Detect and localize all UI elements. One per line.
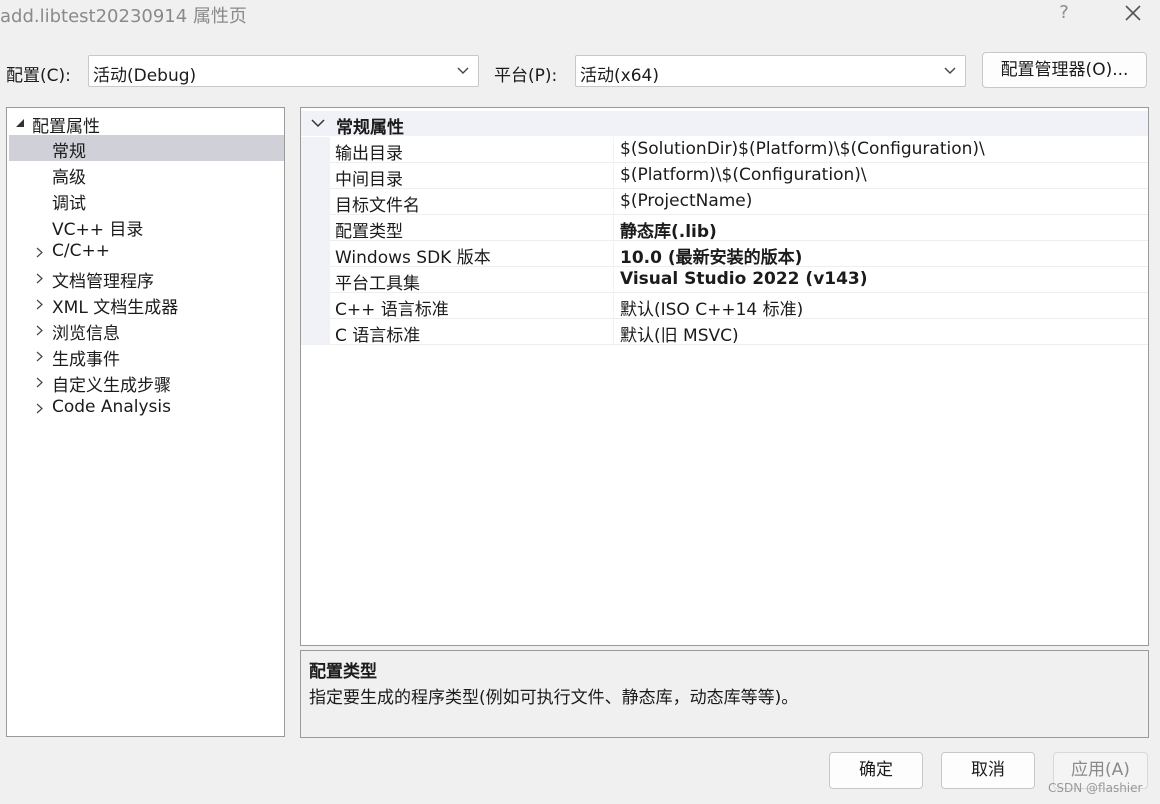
tree-item-label: Code Analysis: [52, 397, 171, 417]
cancel-button[interactable]: 取消: [941, 752, 1035, 789]
description-title: 配置类型: [309, 662, 377, 682]
property-value[interactable]: 默认(ISO C++14 标准): [620, 295, 803, 320]
tree-item-manifest-tool[interactable]: 文档管理程序: [7, 265, 284, 292]
column-divider: [613, 215, 614, 241]
row-gutter: [301, 163, 330, 189]
column-divider: [613, 163, 614, 189]
tree-item-label: 自定义生成步骤: [52, 376, 171, 396]
tree-item-label: 生成事件: [52, 350, 120, 370]
config-select[interactable]: 活动(Debug): [88, 55, 479, 87]
row-gutter: [301, 293, 330, 319]
tree-item-custom-build-step[interactable]: 自定义生成步骤: [7, 369, 284, 396]
row-gutter: [301, 241, 330, 267]
property-name: 目标文件名: [335, 196, 420, 216]
property-value[interactable]: 静态库(.lib): [620, 217, 717, 242]
configuration-manager-button[interactable]: 配置管理器(O)...: [982, 52, 1147, 88]
property-row-intermediate-directory[interactable]: 中间目录 $(Platform)\$(Configuration)\: [301, 163, 1148, 190]
close-icon: [1125, 5, 1141, 21]
section-header-general-properties[interactable]: 常规属性: [301, 111, 1148, 138]
row-gutter: [301, 137, 330, 163]
property-name: C++ 语言标准: [335, 300, 449, 320]
property-row-c-language-standard[interactable]: C 语言标准 默认(旧 MSVC): [301, 319, 1148, 346]
tree-item-label: XML 文档生成器: [52, 298, 179, 318]
platform-select-value: 活动(x64): [580, 66, 659, 86]
tree-item-debugging[interactable]: 调试: [7, 187, 284, 214]
property-row-cpp-language-standard[interactable]: C++ 语言标准 默认(ISO C++14 标准): [301, 293, 1148, 320]
column-divider: [613, 241, 614, 267]
chevron-down-icon: [457, 67, 469, 74]
tree-item-advanced[interactable]: 高级: [7, 161, 284, 188]
property-value[interactable]: 默认(旧 MSVC): [620, 321, 739, 346]
property-name: Windows SDK 版本: [335, 248, 491, 268]
column-divider: [613, 293, 614, 319]
tree-item-label: C/C++: [52, 241, 110, 261]
tree-item-vc-directories[interactable]: VC++ 目录: [7, 213, 284, 240]
row-gutter: [301, 319, 330, 345]
expanded-triangle-icon: [16, 119, 24, 127]
column-divider: [613, 137, 614, 163]
property-value[interactable]: $(ProjectName): [620, 191, 752, 211]
tree-item-general[interactable]: 常规: [9, 135, 284, 162]
property-name: 输出目录: [335, 144, 403, 164]
row-gutter: [301, 215, 330, 241]
tree-root-config-properties[interactable]: 配置属性: [7, 110, 284, 137]
property-name: 配置类型: [335, 222, 403, 242]
row-gutter: [301, 189, 330, 215]
property-row-platform-toolset[interactable]: 平台工具集 Visual Studio 2022 (v143): [301, 267, 1148, 294]
property-name: C 语言标准: [335, 326, 421, 346]
tree-item-browse-info[interactable]: 浏览信息: [7, 317, 284, 344]
property-value[interactable]: Visual Studio 2022 (v143): [620, 269, 868, 289]
tree-item-label: 配置属性: [32, 117, 100, 137]
ok-button[interactable]: 确定: [829, 752, 923, 789]
tree-item-label: 文档管理程序: [52, 272, 154, 292]
platform-label: 平台(P):: [494, 66, 558, 86]
collapsed-triangle-icon: [36, 299, 43, 310]
property-value[interactable]: 10.0 (最新安装的版本): [620, 243, 802, 268]
watermark: CSDN @flashier: [1048, 781, 1143, 795]
tree-item-c-cpp[interactable]: C/C++: [7, 239, 284, 265]
collapsed-triangle-icon: [36, 351, 43, 362]
chevron-down-icon: [311, 119, 325, 128]
column-divider: [613, 319, 614, 345]
property-value[interactable]: $(SolutionDir)$(Platform)\$(Configuratio…: [620, 139, 985, 159]
help-button[interactable]: ?: [1054, 2, 1074, 23]
collapsed-triangle-icon: [36, 377, 43, 388]
window-title: add.libtest20230914 属性页: [0, 6, 247, 27]
tree-item-label: 调试: [52, 194, 86, 214]
tree-item-code-analysis[interactable]: Code Analysis: [7, 395, 284, 421]
description-text: 指定要生成的程序类型(例如可执行文件、静态库，动态库等等)。: [309, 688, 799, 708]
collapsed-triangle-icon: [36, 325, 43, 336]
chevron-down-icon: [944, 67, 956, 74]
tree-item-label: 高级: [52, 168, 86, 188]
property-row-configuration-type[interactable]: 配置类型 静态库(.lib): [301, 215, 1148, 242]
collapsed-triangle-icon: [36, 403, 43, 414]
tree-item-label: VC++ 目录: [52, 220, 144, 240]
config-label: 配置(C):: [6, 66, 71, 86]
property-value[interactable]: $(Platform)\$(Configuration)\: [620, 165, 867, 185]
close-button[interactable]: [1118, 0, 1148, 28]
tree-item-xml-doc-generator[interactable]: XML 文档生成器: [7, 291, 284, 318]
section-title: 常规属性: [336, 118, 404, 138]
row-gutter: [301, 267, 330, 293]
property-row-windows-sdk-version[interactable]: Windows SDK 版本 10.0 (最新安装的版本): [301, 241, 1148, 268]
title-bar: add.libtest20230914 属性页 ?: [0, 0, 1160, 32]
platform-select[interactable]: 活动(x64): [575, 55, 966, 87]
config-select-value: 活动(Debug): [93, 66, 197, 86]
description-pane: 配置类型 指定要生成的程序类型(例如可执行文件、静态库，动态库等等)。: [300, 650, 1149, 738]
tree-item-label: 浏览信息: [52, 324, 120, 344]
property-name: 中间目录: [335, 170, 403, 190]
property-row-output-directory[interactable]: 输出目录 $(SolutionDir)$(Platform)\$(Configu…: [301, 137, 1148, 164]
tree-item-label: 常规: [52, 142, 86, 162]
property-name: 平台工具集: [335, 274, 420, 294]
collapsed-triangle-icon: [36, 273, 43, 284]
property-grid: 常规属性 输出目录 $(SolutionDir)$(Platform)\$(Co…: [300, 107, 1149, 646]
collapsed-triangle-icon: [36, 247, 43, 258]
column-divider: [613, 267, 614, 293]
tree-item-build-events[interactable]: 生成事件: [7, 343, 284, 370]
property-row-target-name[interactable]: 目标文件名 $(ProjectName): [301, 189, 1148, 216]
column-divider: [613, 189, 614, 215]
settings-tree: 配置属性 常规 高级 调试 VC++ 目录 C/C++ 文档管理程序 XML 文…: [6, 107, 285, 737]
